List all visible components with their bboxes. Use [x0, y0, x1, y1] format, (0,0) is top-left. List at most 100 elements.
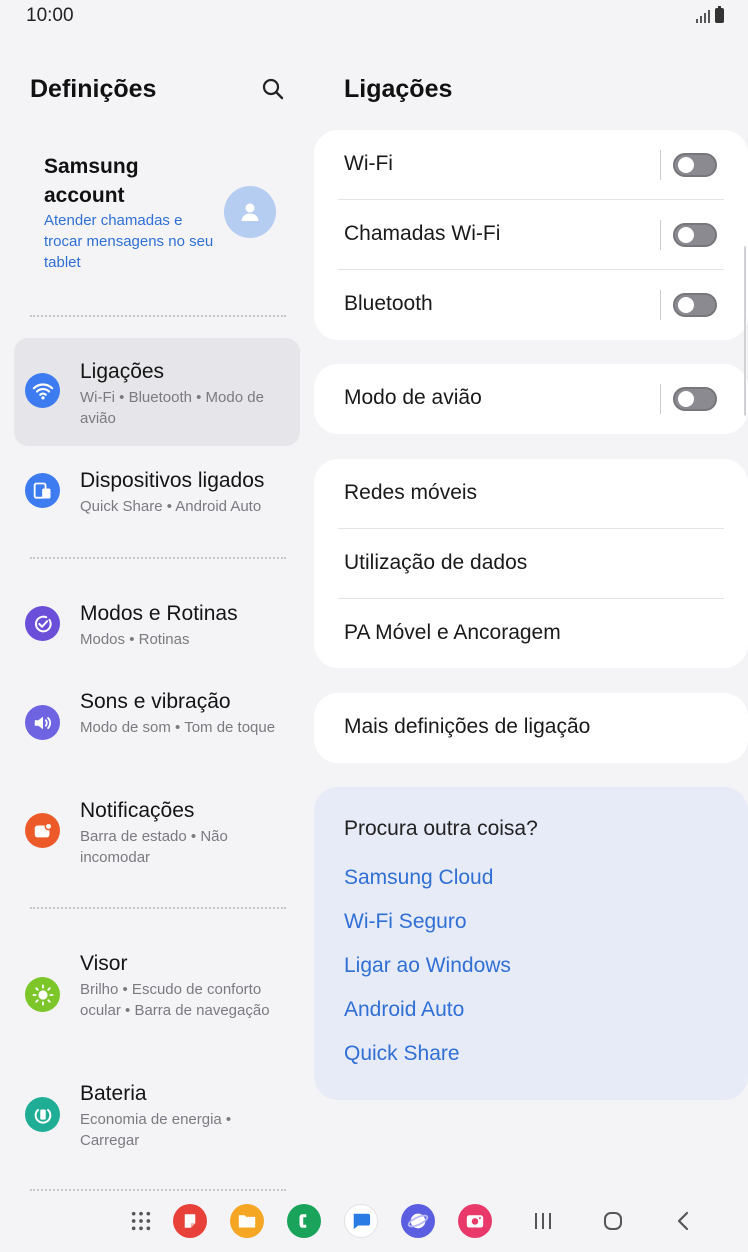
- recent-apps-button[interactable]: [528, 1206, 558, 1236]
- menu-item-title: Sons e vibração: [80, 690, 231, 713]
- menu-item-sons-vibracao[interactable]: Sons e vibração Modo de som • Tom de toq…: [14, 680, 300, 772]
- lookfor-title: Procura outra coisa?: [344, 817, 538, 840]
- bluetooth-toggle[interactable]: [673, 293, 717, 317]
- sun-icon: [31, 983, 54, 1006]
- menu-item-title: Bateria: [80, 1082, 147, 1105]
- menu-item-bateria[interactable]: Bateria Economia de energia • Carregar: [14, 1072, 300, 1164]
- row-vertical-divider: [660, 220, 661, 250]
- network-card: Redes móveis Utilização de dados PA Móve…: [314, 459, 748, 668]
- row-label: Wi-Fi: [344, 152, 393, 175]
- messages-app-icon: [353, 1213, 371, 1230]
- taskbar: [0, 1192, 748, 1252]
- menu-item-visor[interactable]: Visor Brilho • Escudo de conforto ocular…: [14, 942, 300, 1052]
- speaker-icon: [34, 716, 51, 729]
- link-quick-share[interactable]: Quick Share: [344, 1042, 460, 1066]
- files-app[interactable]: [230, 1204, 264, 1238]
- devices-icon: [33, 482, 50, 499]
- row-wifi[interactable]: Wi-Fi: [314, 130, 748, 200]
- files-app-icon: [238, 1215, 256, 1228]
- phone-app-icon: [299, 1214, 307, 1228]
- account-subtitle: Atender chamadas e trocar mensagens no s…: [44, 212, 214, 271]
- internet-app-icon: [407, 1213, 429, 1229]
- row-more-connection-settings[interactable]: Mais definições de ligação: [314, 693, 748, 763]
- account-name: Samsung account: [44, 155, 139, 207]
- camera-app[interactable]: [458, 1204, 492, 1238]
- status-bar: 10:00: [0, 0, 748, 30]
- notification-icon: [34, 821, 52, 837]
- avatar: [224, 186, 276, 238]
- airplane-mode-toggle[interactable]: [673, 387, 717, 411]
- edge-panel-handle[interactable]: [744, 246, 748, 416]
- samsung-account-item[interactable]: Samsung account Atender chamadas e troca…: [44, 152, 300, 282]
- messages-app[interactable]: [344, 1204, 378, 1238]
- row-data-usage[interactable]: Utilização de dados: [314, 529, 748, 599]
- search-button[interactable]: [258, 74, 288, 104]
- link-android-auto[interactable]: Android Auto: [344, 998, 464, 1022]
- menu-item-icon-bg: [25, 813, 60, 848]
- row-label: Modo de avião: [344, 386, 482, 409]
- connections-card: Wi-Fi Chamadas Wi-Fi Bluetooth: [314, 130, 748, 340]
- menu-item-subtitle: Wi-Fi • Bluetooth • Modo de avião: [80, 389, 264, 427]
- more-settings-card: Mais definições de ligação: [314, 693, 748, 763]
- menu-item-subtitle: Quick Share • Android Auto: [80, 498, 262, 515]
- battery-icon: [34, 1108, 51, 1124]
- looking-for-something-else-card: Procura outra coisa? Samsung Cloud Wi-Fi…: [314, 787, 748, 1100]
- section-divider: [30, 315, 286, 317]
- menu-item-title: Ligações: [80, 360, 165, 383]
- link-wifi-seguro[interactable]: Wi-Fi Seguro: [344, 910, 467, 934]
- recents-icon: [535, 1213, 551, 1229]
- row-vertical-divider: [660, 150, 661, 180]
- notes-app[interactable]: [173, 1204, 207, 1238]
- menu-item-subtitle: Barra de estado • Não incomodar: [80, 828, 228, 866]
- wifi-toggle[interactable]: [673, 153, 717, 177]
- menu-item-notificacoes[interactable]: Notificações Barra de estado • Não incom…: [14, 788, 300, 880]
- menu-item-icon-bg: [25, 705, 60, 740]
- row-label: Utilização de dados: [344, 551, 528, 574]
- menu-item-subtitle: Modo de som • Tom de toque: [80, 719, 276, 736]
- link-samsung-cloud[interactable]: Samsung Cloud: [344, 866, 493, 890]
- menu-item-subtitle: Modos • Rotinas: [80, 631, 190, 648]
- row-vertical-divider: [660, 384, 661, 414]
- menu-item-modos-rotinas[interactable]: Modos e Rotinas Modos • Rotinas: [14, 592, 300, 662]
- row-label: Chamadas Wi-Fi: [344, 222, 501, 245]
- menu-item-icon-bg: [25, 473, 60, 508]
- person-icon: [241, 203, 259, 221]
- settings-title: Definições: [30, 75, 157, 103]
- row-airplane-mode[interactable]: Modo de avião: [314, 364, 748, 434]
- menu-item-icon-bg: [25, 1097, 60, 1132]
- battery-status-icon: [715, 6, 724, 23]
- back-button[interactable]: [668, 1206, 698, 1236]
- wifi-calling-toggle[interactable]: [673, 223, 717, 247]
- row-vertical-divider: [660, 290, 661, 320]
- menu-item-dispositivos-ligados[interactable]: Dispositivos ligados Quick Share • Andro…: [14, 458, 300, 528]
- internet-app[interactable]: [401, 1204, 435, 1238]
- row-label: PA Móvel e Ancoragem: [344, 621, 561, 644]
- modes-icon: [34, 615, 52, 632]
- menu-item-ligacoes[interactable]: Ligações Wi-Fi • Bluetooth • Modo de avi…: [14, 338, 300, 446]
- row-mobile-networks[interactable]: Redes móveis: [314, 459, 748, 529]
- row-wifi-calling[interactable]: Chamadas Wi-Fi: [314, 200, 748, 270]
- home-button[interactable]: [598, 1206, 628, 1236]
- section-divider: [30, 557, 286, 559]
- section-divider: [30, 1189, 286, 1191]
- link-ligar-ao-windows[interactable]: Ligar ao Windows: [344, 954, 511, 978]
- menu-item-title: Notificações: [80, 799, 195, 822]
- search-icon: [262, 78, 284, 100]
- menu-item-title: Dispositivos ligados: [80, 469, 265, 492]
- menu-item-title: Visor: [80, 952, 128, 975]
- phone-app[interactable]: [287, 1204, 321, 1238]
- menu-item-icon-bg: [25, 373, 60, 408]
- status-time: 10:00: [26, 5, 74, 26]
- row-label: Bluetooth: [344, 292, 433, 315]
- page-title: Ligações: [344, 75, 453, 103]
- apps-button[interactable]: [124, 1204, 158, 1238]
- notes-app-icon: [184, 1214, 196, 1228]
- camera-app-icon: [466, 1215, 484, 1228]
- row-label: Mais definições de ligação: [344, 715, 591, 738]
- row-hotspot-tethering[interactable]: PA Móvel e Ancoragem: [314, 599, 748, 669]
- settings-screen: 10:00 Definições Samsung account Atender…: [0, 0, 748, 1252]
- wifi-icon: [32, 382, 53, 400]
- row-bluetooth[interactable]: Bluetooth: [314, 270, 748, 340]
- apps-grid-icon: [131, 1211, 151, 1231]
- menu-item-subtitle: Economia de energia • Carregar: [80, 1111, 232, 1149]
